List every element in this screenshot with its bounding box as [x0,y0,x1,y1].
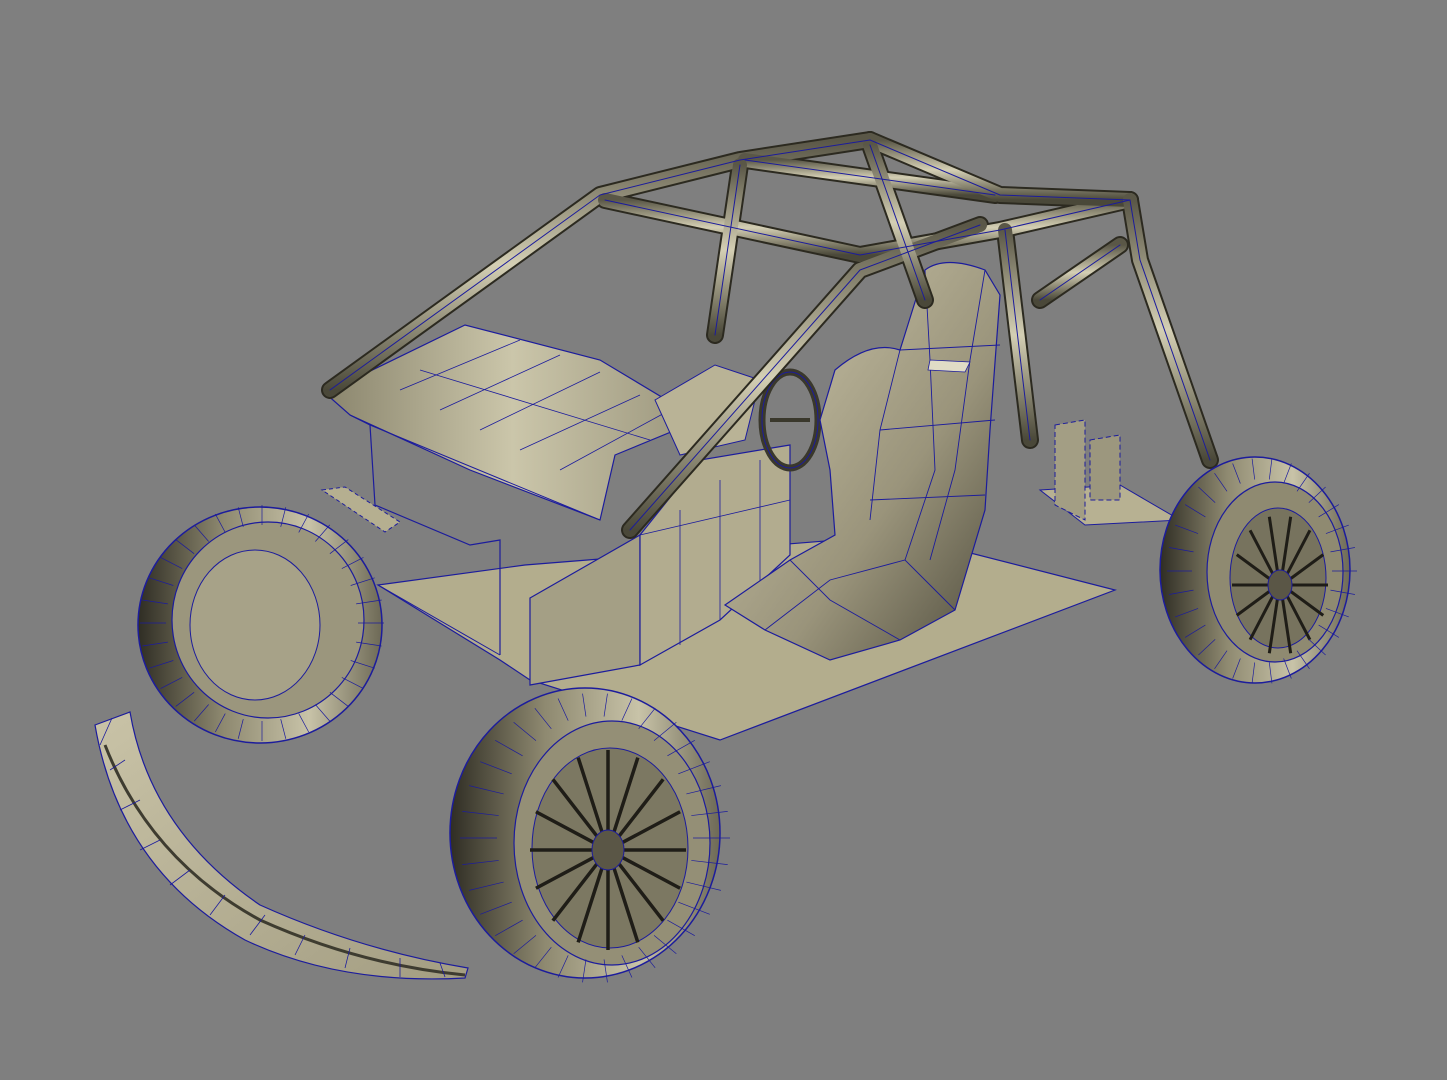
wireframe-scene[interactable] [0,0,1447,1080]
rear-plate[interactable] [1038,419,1182,526]
front-left-tire[interactable] [137,505,384,744]
3d-viewport[interactable] [0,0,1447,1080]
rear-right-wheel[interactable] [1159,456,1357,684]
front-spoiler[interactable] [94,711,469,980]
front-right-wheel[interactable] [449,687,730,983]
